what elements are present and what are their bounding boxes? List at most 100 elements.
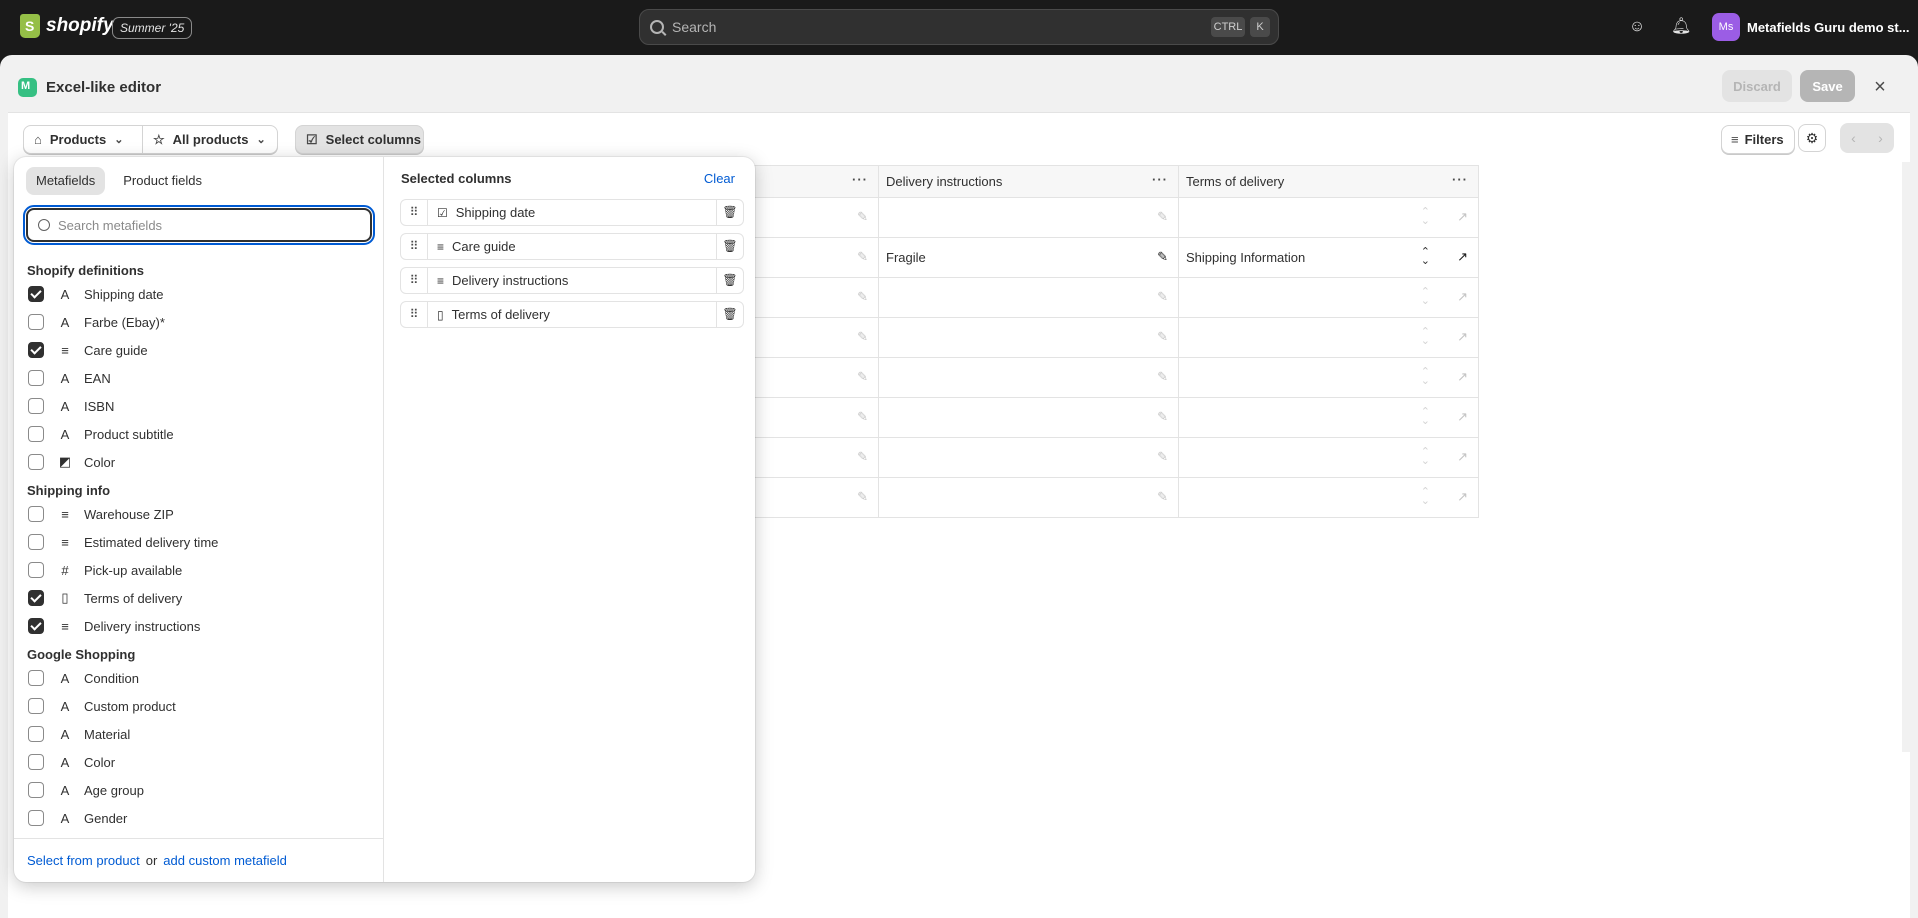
metafield-option[interactable]: A Custom product <box>14 692 384 720</box>
checkbox[interactable] <box>28 398 44 414</box>
checkbox[interactable] <box>28 754 44 770</box>
cell-delivery[interactable]: ✎ <box>878 437 1179 478</box>
select-arrows-icon[interactable]: ⌃ ⌄ <box>1421 447 1430 467</box>
external-link-icon[interactable]: ↗ <box>1457 369 1468 385</box>
metafield-option[interactable]: ≡ Delivery instructions <box>14 612 384 640</box>
metafield-option[interactable]: ≡ Care guide <box>14 336 384 364</box>
metafield-option[interactable]: A Product subtitle <box>14 420 384 448</box>
metafield-option[interactable]: ≡ Estimated delivery time <box>14 528 384 556</box>
pencil-icon[interactable]: ✎ <box>1157 249 1168 265</box>
pagination[interactable]: ‹ › <box>1840 123 1894 153</box>
trash-icon[interactable]: 🗑︎ <box>716 268 743 293</box>
pencil-icon[interactable]: ✎ <box>1157 329 1168 345</box>
more-icon[interactable]: ··· <box>1452 172 1468 187</box>
select-columns-label[interactable]: Select columns <box>326 132 421 147</box>
trash-icon[interactable]: 🗑︎ <box>716 302 743 327</box>
scrollbar[interactable] <box>1902 162 1910 752</box>
select-arrows-icon[interactable]: ⌃ ⌄ <box>1421 367 1430 387</box>
pencil-icon[interactable]: ✎ <box>1157 209 1168 225</box>
cell-delivery[interactable]: ✎ <box>878 277 1179 318</box>
external-link-icon[interactable]: ↗ <box>1457 449 1468 465</box>
select-arrows-icon[interactable]: ⌃ ⌄ <box>1421 487 1430 507</box>
drag-handle-icon[interactable]: ⠿ <box>401 302 428 327</box>
checkbox[interactable] <box>28 370 44 386</box>
checkbox[interactable] <box>28 314 44 330</box>
pencil-icon[interactable]: ✎ <box>1157 489 1168 505</box>
pencil-icon[interactable]: ✎ <box>857 209 868 225</box>
external-link-icon[interactable]: ↗ <box>1457 329 1468 345</box>
external-link-icon[interactable]: ↗ <box>1457 249 1468 265</box>
cell-prev[interactable]: ✎ <box>748 357 879 398</box>
cell-delivery[interactable]: ✎ <box>878 317 1179 358</box>
tab-product-fields[interactable]: Product fields <box>113 167 212 195</box>
cell-prev[interactable]: ✎ <box>748 197 879 238</box>
column-header-terms[interactable]: Terms of delivery ··· <box>1178 165 1479 198</box>
gear-icon[interactable]: ⚙ <box>1798 124 1826 152</box>
select-from-product-link[interactable]: Select from product <box>27 853 140 868</box>
pencil-icon[interactable]: ✎ <box>857 329 868 345</box>
checkbox[interactable] <box>28 810 44 826</box>
pencil-icon[interactable]: ✎ <box>857 449 868 465</box>
trash-icon[interactable]: 🗑︎ <box>716 200 743 225</box>
metafield-option[interactable]: ▯ Terms of delivery <box>14 584 384 612</box>
drag-handle-icon[interactable]: ⠿ <box>401 268 428 293</box>
pencil-icon[interactable]: ✎ <box>1157 409 1168 425</box>
cell-prev[interactable]: ✎ <box>748 437 879 478</box>
checkbox[interactable] <box>28 342 44 358</box>
metafield-option[interactable]: A Shipping date <box>14 280 384 308</box>
cell-terms[interactable]: ⌃ ⌄ ↗ <box>1178 317 1479 358</box>
metafield-option[interactable]: A Condition <box>14 664 384 692</box>
external-link-icon[interactable]: ↗ <box>1457 209 1468 225</box>
pencil-icon[interactable]: ✎ <box>1157 289 1168 305</box>
discard-button[interactable]: Discard <box>1722 70 1792 102</box>
more-icon[interactable]: ··· <box>852 172 868 187</box>
filters-button[interactable]: ≡ Filters <box>1721 125 1795 154</box>
cell-terms[interactable]: ⌃ ⌄ ↗ <box>1178 477 1479 518</box>
checkbox[interactable] <box>28 534 44 550</box>
pencil-icon[interactable]: ✎ <box>857 489 868 505</box>
external-link-icon[interactable]: ↗ <box>1457 289 1468 305</box>
cell-prev[interactable]: ✎ <box>748 237 879 278</box>
cell-delivery[interactable]: ✎ <box>878 477 1179 518</box>
column-header-delivery[interactable]: Delivery instructions ··· <box>878 165 1179 198</box>
view-select[interactable]: ☆ All products ⌄ <box>142 125 278 154</box>
metafield-search-input[interactable]: Search metafields <box>23 205 375 245</box>
clear-button[interactable]: Clear <box>704 171 735 186</box>
checkbox[interactable] <box>28 618 44 634</box>
checkbox[interactable] <box>28 670 44 686</box>
cell-terms[interactable]: ⌃ ⌄ ↗ <box>1178 357 1479 398</box>
cell-terms[interactable]: ⌃ ⌄ ↗ <box>1178 437 1479 478</box>
metafield-option[interactable]: ≡ Warehouse ZIP <box>14 500 384 528</box>
select-arrows-icon[interactable]: ⌃ ⌄ <box>1421 287 1430 307</box>
bell-icon[interactable]: 🔔︎ <box>1671 17 1691 37</box>
metafield-option[interactable]: A Farbe (Ebay)* <box>14 308 384 336</box>
metafield-option[interactable]: ◩ Color <box>14 448 384 476</box>
select-arrows-icon[interactable]: ⌃ ⌄ <box>1421 207 1430 227</box>
trash-icon[interactable]: 🗑︎ <box>716 234 743 259</box>
select-arrows-icon[interactable]: ⌃ ⌄ <box>1421 327 1430 347</box>
cell-prev[interactable]: ✎ <box>748 397 879 438</box>
pencil-icon[interactable]: ✎ <box>1157 449 1168 465</box>
checkbox[interactable] <box>28 454 44 470</box>
cell-delivery[interactable]: ✎ <box>878 197 1179 238</box>
metafield-option[interactable]: A EAN <box>14 364 384 392</box>
metafield-option[interactable]: A Material <box>14 720 384 748</box>
cell-terms[interactable]: ⌃ ⌄ ↗ <box>1178 397 1479 438</box>
column-header-prev[interactable]: ··· <box>748 165 879 198</box>
chevron-right-icon[interactable]: › <box>1878 130 1883 146</box>
checkbox[interactable] <box>28 726 44 742</box>
pencil-icon[interactable]: ✎ <box>857 409 868 425</box>
checkbox[interactable] <box>28 506 44 522</box>
more-icon[interactable]: ··· <box>1152 172 1168 187</box>
metafield-option[interactable]: A Gender <box>14 804 384 828</box>
cell-prev[interactable]: ✎ <box>748 277 879 318</box>
checkbox[interactable] <box>28 286 44 302</box>
drag-handle-icon[interactable]: ⠿ <box>401 234 428 259</box>
pencil-icon[interactable]: ✎ <box>1157 369 1168 385</box>
checkbox[interactable] <box>28 590 44 606</box>
cell-delivery[interactable]: ✎ <box>878 357 1179 398</box>
select-arrows-icon[interactable]: ⌃ ⌄ <box>1421 407 1430 427</box>
cell-prev[interactable]: ✎ <box>748 477 879 518</box>
cell-terms[interactable]: Shipping Information ⌃ ⌄ ↗ <box>1178 237 1479 278</box>
resource-select[interactable]: ⌂ Products ⌄ <box>23 125 143 154</box>
